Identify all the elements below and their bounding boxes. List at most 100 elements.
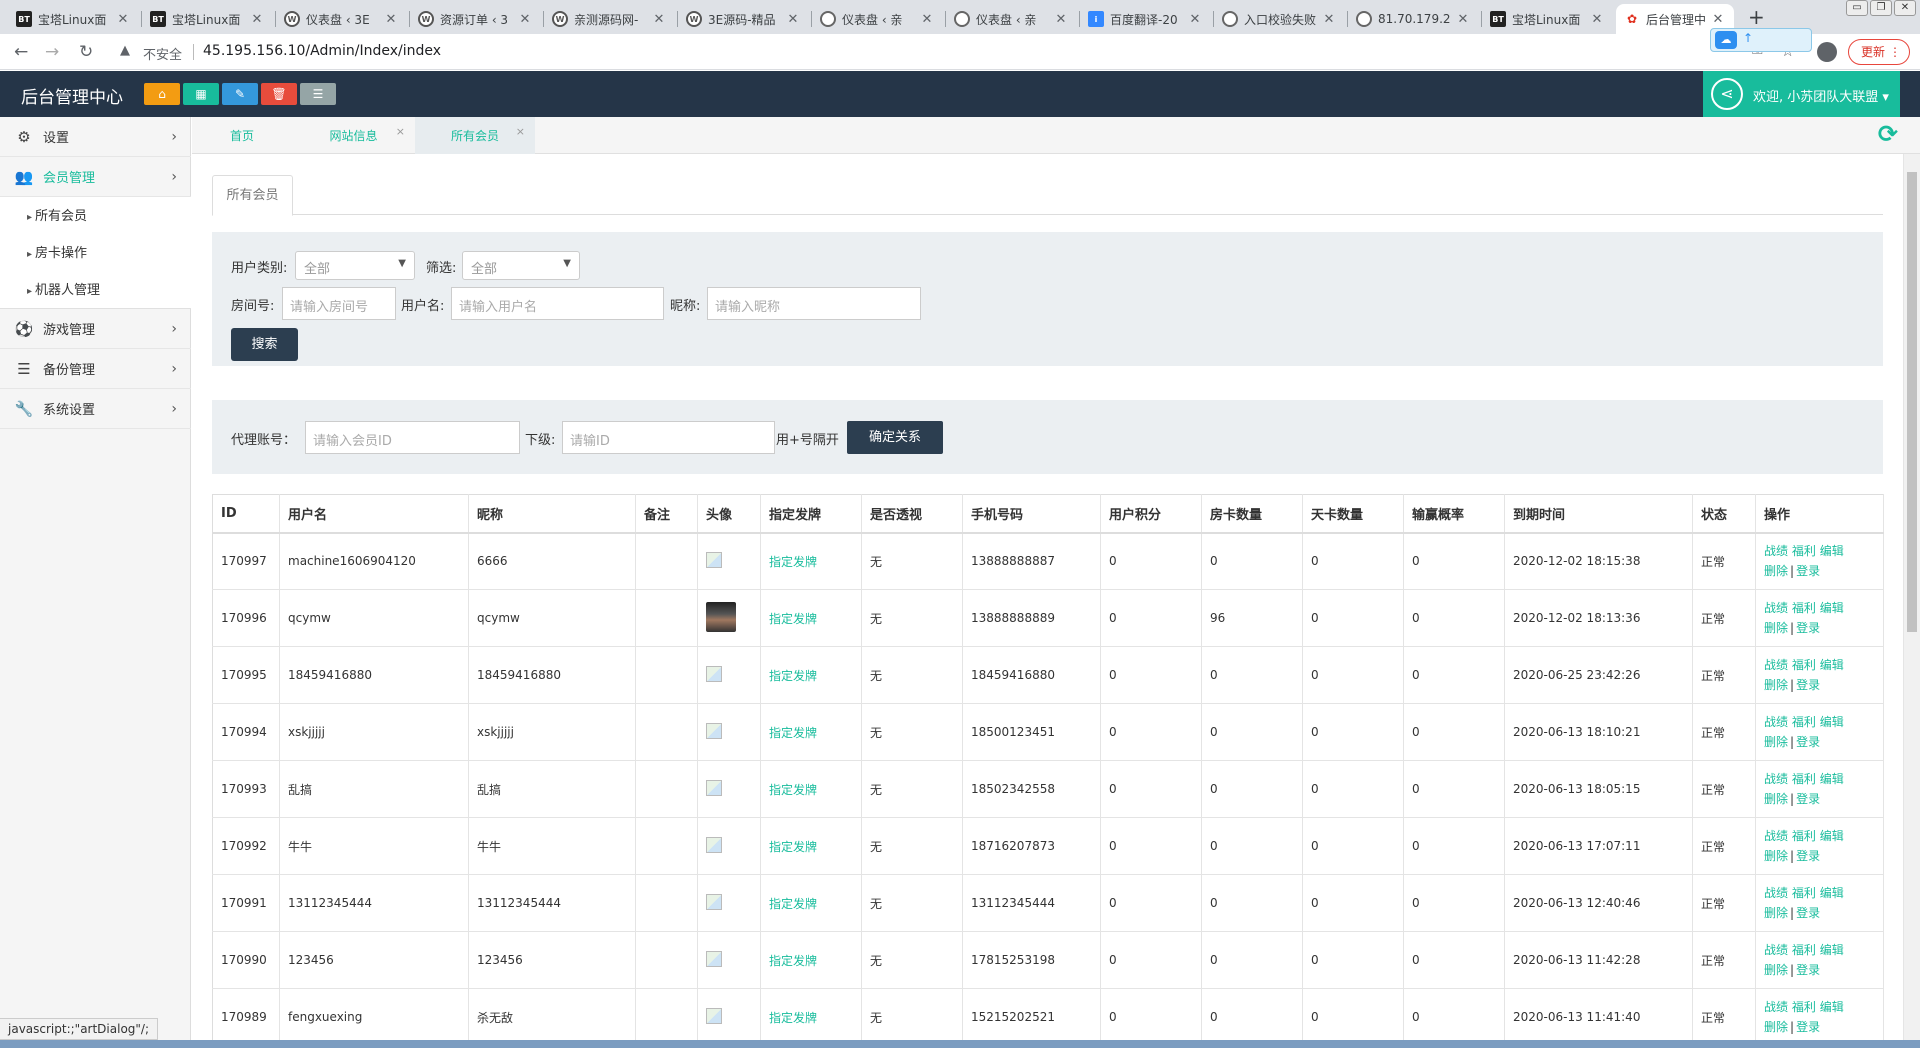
column-header[interactable]: 到期时间 [1504, 494, 1693, 534]
benefit-link[interactable]: 福利 [1792, 886, 1816, 900]
deal-link[interactable]: 指定发牌 [760, 931, 862, 989]
close-icon[interactable]: ✕ [115, 12, 131, 27]
record-link[interactable]: 战绩 [1764, 715, 1788, 729]
browser-tab[interactable]: 仪表盘 ‹ 亲 ✕ [812, 4, 943, 34]
login-link[interactable]: 登录 [1796, 564, 1820, 578]
close-icon[interactable]: × [516, 125, 525, 138]
scrollbar-thumb[interactable] [1907, 172, 1917, 632]
pencil-icon[interactable]: ✎ [222, 83, 258, 105]
column-header[interactable]: 备注 [635, 494, 698, 534]
confirm-relation-button[interactable]: 确定关系 [847, 421, 943, 454]
nickname-input[interactable]: 请输入昵称 [707, 287, 921, 320]
browser-tab[interactable]: BT 宝塔Linux面 ✕ [8, 4, 139, 34]
delete-link[interactable]: 删除 [1764, 1020, 1788, 1034]
restore-button[interactable]: ❐ [1870, 0, 1892, 16]
deal-link[interactable]: 指定发牌 [760, 646, 862, 704]
close-icon[interactable]: ✕ [1321, 12, 1337, 27]
close-icon[interactable]: ✕ [517, 12, 533, 27]
column-header[interactable]: 昵称 [468, 494, 636, 534]
browser-tab[interactable]: W 亲测源码网- ✕ [544, 4, 675, 34]
content-tab[interactable]: 首页 [192, 117, 292, 154]
deal-link[interactable]: 指定发牌 [760, 760, 862, 818]
url-text[interactable]: 45.195.156.10/Admin/Index/index [203, 43, 441, 59]
submenu-item[interactable]: 房卡操作 [27, 242, 87, 261]
content-tab[interactable]: 所有会员 × [415, 117, 535, 154]
record-link[interactable]: 战绩 [1764, 886, 1788, 900]
update-button[interactable]: 更新 ⋮ [1848, 39, 1910, 65]
edit-link[interactable]: 编辑 [1820, 658, 1844, 672]
close-icon[interactable]: ✕ [1187, 12, 1203, 27]
close-icon[interactable]: ✕ [383, 12, 399, 27]
benefit-link[interactable]: 福利 [1792, 829, 1816, 843]
close-icon[interactable]: ✕ [785, 12, 801, 27]
record-link[interactable]: 战绩 [1764, 658, 1788, 672]
sidebar-item[interactable]: ⚽ 游戏管理 › [0, 309, 191, 349]
deal-link[interactable]: 指定发牌 [760, 703, 862, 761]
column-header[interactable]: 头像 [697, 494, 761, 534]
column-header[interactable]: 状态 [1692, 494, 1756, 534]
deal-link[interactable]: 指定发牌 [760, 874, 862, 932]
edit-link[interactable]: 编辑 [1820, 601, 1844, 615]
record-link[interactable]: 战绩 [1764, 943, 1788, 957]
benefit-link[interactable]: 福利 [1792, 601, 1816, 615]
login-link[interactable]: 登录 [1796, 1020, 1820, 1034]
list-icon[interactable]: ☰ [300, 83, 336, 105]
close-icon[interactable]: ✕ [1589, 12, 1605, 27]
record-link[interactable]: 战绩 [1764, 1000, 1788, 1014]
delete-link[interactable]: 删除 [1764, 849, 1788, 863]
edit-link[interactable]: 编辑 [1820, 1000, 1844, 1014]
url-field[interactable]: ▲ 不安全 45.195.156.10/Admin/Index/index [110, 38, 1810, 66]
new-tab-button[interactable]: + [1748, 5, 1765, 29]
column-header[interactable]: 是否透视 [861, 494, 963, 534]
forward-arrow-icon[interactable]: → [45, 42, 59, 62]
edit-link[interactable]: 编辑 [1820, 943, 1844, 957]
record-link[interactable]: 战绩 [1764, 544, 1788, 558]
reload-icon[interactable]: ↻ [79, 42, 93, 62]
close-icon[interactable]: ✕ [1710, 12, 1726, 27]
submenu-item[interactable]: 所有会员 [27, 205, 87, 224]
browser-tab[interactable]: W 仪表盘 ‹ 3E ✕ [276, 4, 407, 34]
close-window-button[interactable]: ✕ [1894, 0, 1916, 16]
delete-link[interactable]: 删除 [1764, 792, 1788, 806]
close-icon[interactable]: ✕ [919, 12, 935, 27]
edit-link[interactable]: 编辑 [1820, 886, 1844, 900]
benefit-link[interactable]: 福利 [1792, 1000, 1816, 1014]
benefit-link[interactable]: 福利 [1792, 544, 1816, 558]
delete-link[interactable]: 删除 [1764, 906, 1788, 920]
back-arrow-icon[interactable]: ← [14, 42, 28, 62]
username-input[interactable]: 请输入用户名 [451, 287, 664, 320]
browser-tab[interactable]: 81.70.179.2 ✕ [1348, 4, 1479, 34]
column-header[interactable]: 输赢概率 [1403, 494, 1505, 534]
room-input[interactable]: 请输入房间号 [282, 287, 396, 320]
column-header[interactable]: 指定发牌 [760, 494, 862, 534]
login-link[interactable]: 登录 [1796, 963, 1820, 977]
trash-icon[interactable]: 🗑 [261, 83, 297, 105]
benefit-link[interactable]: 福利 [1792, 943, 1816, 957]
edit-link[interactable]: 编辑 [1820, 544, 1844, 558]
vertical-scrollbar[interactable] [1903, 154, 1920, 1042]
delete-link[interactable]: 删除 [1764, 564, 1788, 578]
home-icon[interactable]: ⌂ [144, 83, 180, 105]
content-tab[interactable]: 网站信息 × [292, 117, 415, 154]
record-link[interactable]: 战绩 [1764, 772, 1788, 786]
column-header[interactable]: 用户名 [279, 494, 469, 534]
login-link[interactable]: 登录 [1796, 792, 1820, 806]
sidebar-item[interactable]: ☰ 备份管理 › [0, 349, 191, 389]
close-icon[interactable]: ✕ [651, 12, 667, 27]
browser-tab[interactable]: i 百度翻译-20 ✕ [1080, 4, 1211, 34]
close-icon[interactable]: ✕ [1053, 12, 1069, 27]
minimize-button[interactable]: ▭ [1846, 0, 1868, 16]
sidebar-item[interactable]: 👥 会员管理 › [0, 157, 191, 197]
deal-link[interactable]: 指定发牌 [760, 988, 862, 1046]
agent-account-input[interactable]: 请输入会员ID [305, 421, 520, 454]
grid-icon[interactable]: ▦ [183, 83, 219, 105]
filter-select[interactable]: 全部 ▼ [462, 251, 580, 280]
benefit-link[interactable]: 福利 [1792, 658, 1816, 672]
edit-link[interactable]: 编辑 [1820, 829, 1844, 843]
close-icon[interactable]: ✕ [1455, 12, 1471, 27]
login-link[interactable]: 登录 [1796, 678, 1820, 692]
login-link[interactable]: 登录 [1796, 621, 1820, 635]
delete-link[interactable]: 删除 [1764, 963, 1788, 977]
user-menu[interactable]: ⋖ 欢迎, 小苏团队大联盟 ▾ [1703, 71, 1900, 117]
close-icon[interactable]: × [396, 125, 405, 138]
